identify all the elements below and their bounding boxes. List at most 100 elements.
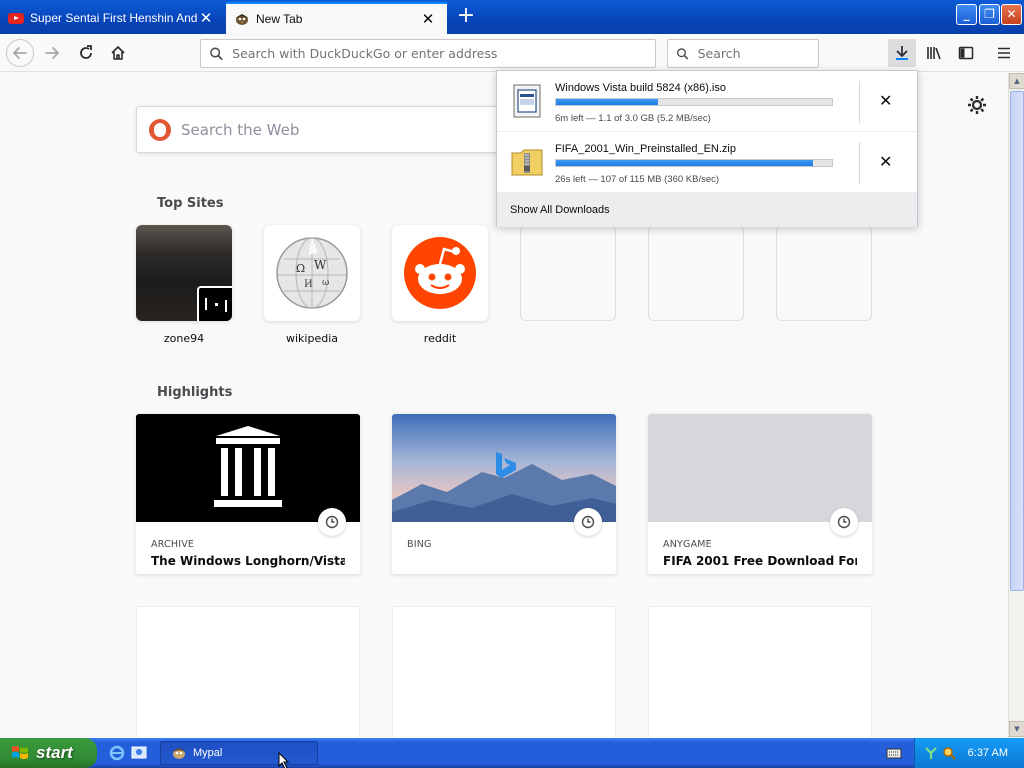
clock-icon — [830, 508, 858, 536]
zone94-favicon — [197, 286, 232, 321]
mypal-icon — [172, 748, 186, 759]
highlight-source: BING — [407, 539, 432, 550]
network-icon[interactable] — [924, 746, 938, 760]
top-site-placeholder — [520, 225, 616, 321]
highlight-placeholder — [136, 606, 360, 738]
duckduckgo-icon — [149, 118, 171, 141]
sidebar-icon — [958, 46, 974, 60]
system-tray: 6:37 AM — [914, 738, 1024, 768]
search-input[interactable] — [697, 46, 818, 61]
highlight-card-anygame[interactable]: ANYGAME FIFA 2001 Free Download For PC — [648, 414, 872, 574]
search-bar[interactable] — [667, 39, 819, 68]
hamburger-menu-button[interactable] — [990, 39, 1018, 67]
start-button[interactable]: start — [0, 738, 97, 768]
highlight-card-archive[interactable]: ARCHIVE The Windows Longhorn/Vista Archi… — [136, 414, 360, 574]
scroll-up-arrow[interactable]: ▲ — [1009, 73, 1024, 89]
close-tab-icon[interactable]: ✕ — [197, 9, 215, 27]
download-progress-bar — [555, 98, 833, 106]
new-tab-button[interactable]: + — [452, 4, 480, 30]
highlight-title: The Windows Longhorn/Vista Archive — [151, 554, 345, 568]
top-site-zone94[interactable]: zone94 — [136, 225, 232, 345]
divider — [859, 81, 860, 123]
top-site-tile[interactable] — [136, 225, 232, 321]
iso-file-icon — [513, 84, 541, 118]
navigation-toolbar — [0, 34, 1024, 72]
top-site-tile[interactable] — [392, 225, 488, 321]
top-site-label: reddit — [423, 332, 457, 345]
top-sites-heading: Top Sites — [157, 196, 224, 211]
top-site-reddit[interactable]: reddit — [392, 225, 488, 345]
library-icon — [927, 47, 941, 60]
hamburger-icon — [998, 47, 1010, 59]
clock-icon — [574, 508, 602, 536]
url-input[interactable] — [232, 46, 655, 61]
highlight-thumbnail — [648, 414, 872, 522]
maximize-button[interactable]: ❐ — [979, 4, 1000, 25]
zip-folder-icon — [511, 149, 543, 176]
back-arrow-icon — [12, 47, 27, 59]
home-button[interactable] — [104, 39, 132, 67]
downloads-button[interactable] — [888, 39, 916, 67]
svg-text:И: И — [304, 279, 313, 290]
tab-title: New Tab — [256, 12, 303, 26]
highlight-source: ARCHIVE — [151, 539, 195, 550]
mypal-icon — [235, 14, 249, 25]
top-site-label: zone94 — [163, 332, 205, 345]
download-progress-fill — [556, 99, 659, 105]
clock-icon — [318, 508, 346, 536]
vertical-scrollbar[interactable]: ▲ ▼ — [1008, 73, 1024, 738]
reload-button[interactable] — [72, 39, 100, 67]
download-status: 6m left — 1.1 of 3.0 GB (5.2 MB/sec) — [555, 113, 711, 124]
top-site-tile[interactable]: Ω W И ω — [264, 225, 360, 321]
top-site-wikipedia[interactable]: Ω W И ω wikipedia — [264, 225, 360, 345]
top-site-label: wikipedia — [285, 332, 338, 345]
taskbar-item-mypal[interactable]: Mypal — [160, 741, 318, 765]
tab-title: Super Sentai First Henshin And Roll Call — [30, 11, 197, 25]
sidebar-button[interactable] — [952, 39, 980, 67]
close-tab-icon[interactable]: ✕ — [419, 10, 437, 28]
highlight-thumbnail — [392, 414, 616, 522]
highlights-heading: Highlights — [157, 385, 233, 400]
web-search-input[interactable] — [181, 120, 481, 139]
download-arrow-icon — [896, 46, 908, 60]
tab-new-tab[interactable]: New Tab ✕ — [226, 2, 447, 34]
download-item[interactable]: Windows Vista build 5824 (x86).iso 6m le… — [497, 71, 917, 132]
tab-strip: Super Sentai First Henshin And Roll Call… — [0, 0, 1024, 34]
highlight-source: ANYGAME — [663, 539, 712, 550]
back-button[interactable] — [6, 39, 34, 67]
download-filename: FIFA_2001_Win_Preinstalled_EN.zip — [555, 143, 736, 155]
forward-arrow-icon — [45, 47, 60, 59]
show-desktop-icon[interactable] — [131, 745, 147, 761]
clock: 6:37 AM — [967, 747, 1008, 759]
highlight-placeholder — [392, 606, 616, 738]
start-label: start — [36, 743, 73, 762]
web-search-box[interactable] — [136, 106, 516, 153]
gear-icon[interactable] — [966, 94, 988, 116]
download-item[interactable]: FIFA_2001_Win_Preinstalled_EN.zip 26s le… — [497, 132, 917, 193]
top-site-placeholder — [776, 225, 872, 321]
library-button[interactable] — [920, 39, 948, 67]
download-progress-bar — [555, 159, 833, 167]
wikipedia-globe-icon: Ω W И ω — [276, 237, 348, 309]
keyboard-icon[interactable] — [886, 746, 902, 760]
show-all-downloads-button[interactable]: Show All Downloads — [497, 193, 917, 227]
tab-youtube[interactable]: Super Sentai First Henshin And Roll Call… — [0, 2, 225, 34]
scrollbar-thumb[interactable] — [1010, 91, 1024, 591]
cancel-download-button[interactable]: ✕ — [879, 152, 892, 171]
top-site-empty — [776, 225, 872, 321]
downloads-panel: Windows Vista build 5824 (x86).iso 6m le… — [496, 70, 918, 227]
forward-button[interactable] — [38, 39, 66, 67]
address-bar[interactable] — [200, 39, 656, 68]
top-site-placeholder — [648, 225, 744, 321]
window-close-button[interactable]: ✕ — [1001, 4, 1022, 25]
magnifier-icon[interactable] — [942, 746, 956, 760]
cancel-download-button[interactable]: ✕ — [879, 91, 892, 110]
scroll-down-arrow[interactable]: ▼ — [1009, 721, 1024, 737]
search-icon — [677, 47, 689, 60]
svg-text:Ω: Ω — [296, 262, 305, 275]
internet-explorer-icon[interactable] — [109, 745, 125, 761]
home-icon — [111, 46, 125, 60]
minimize-button[interactable]: _ — [956, 4, 977, 25]
highlight-card-bing[interactable]: BING — [392, 414, 616, 574]
download-progress-fill — [556, 160, 813, 166]
